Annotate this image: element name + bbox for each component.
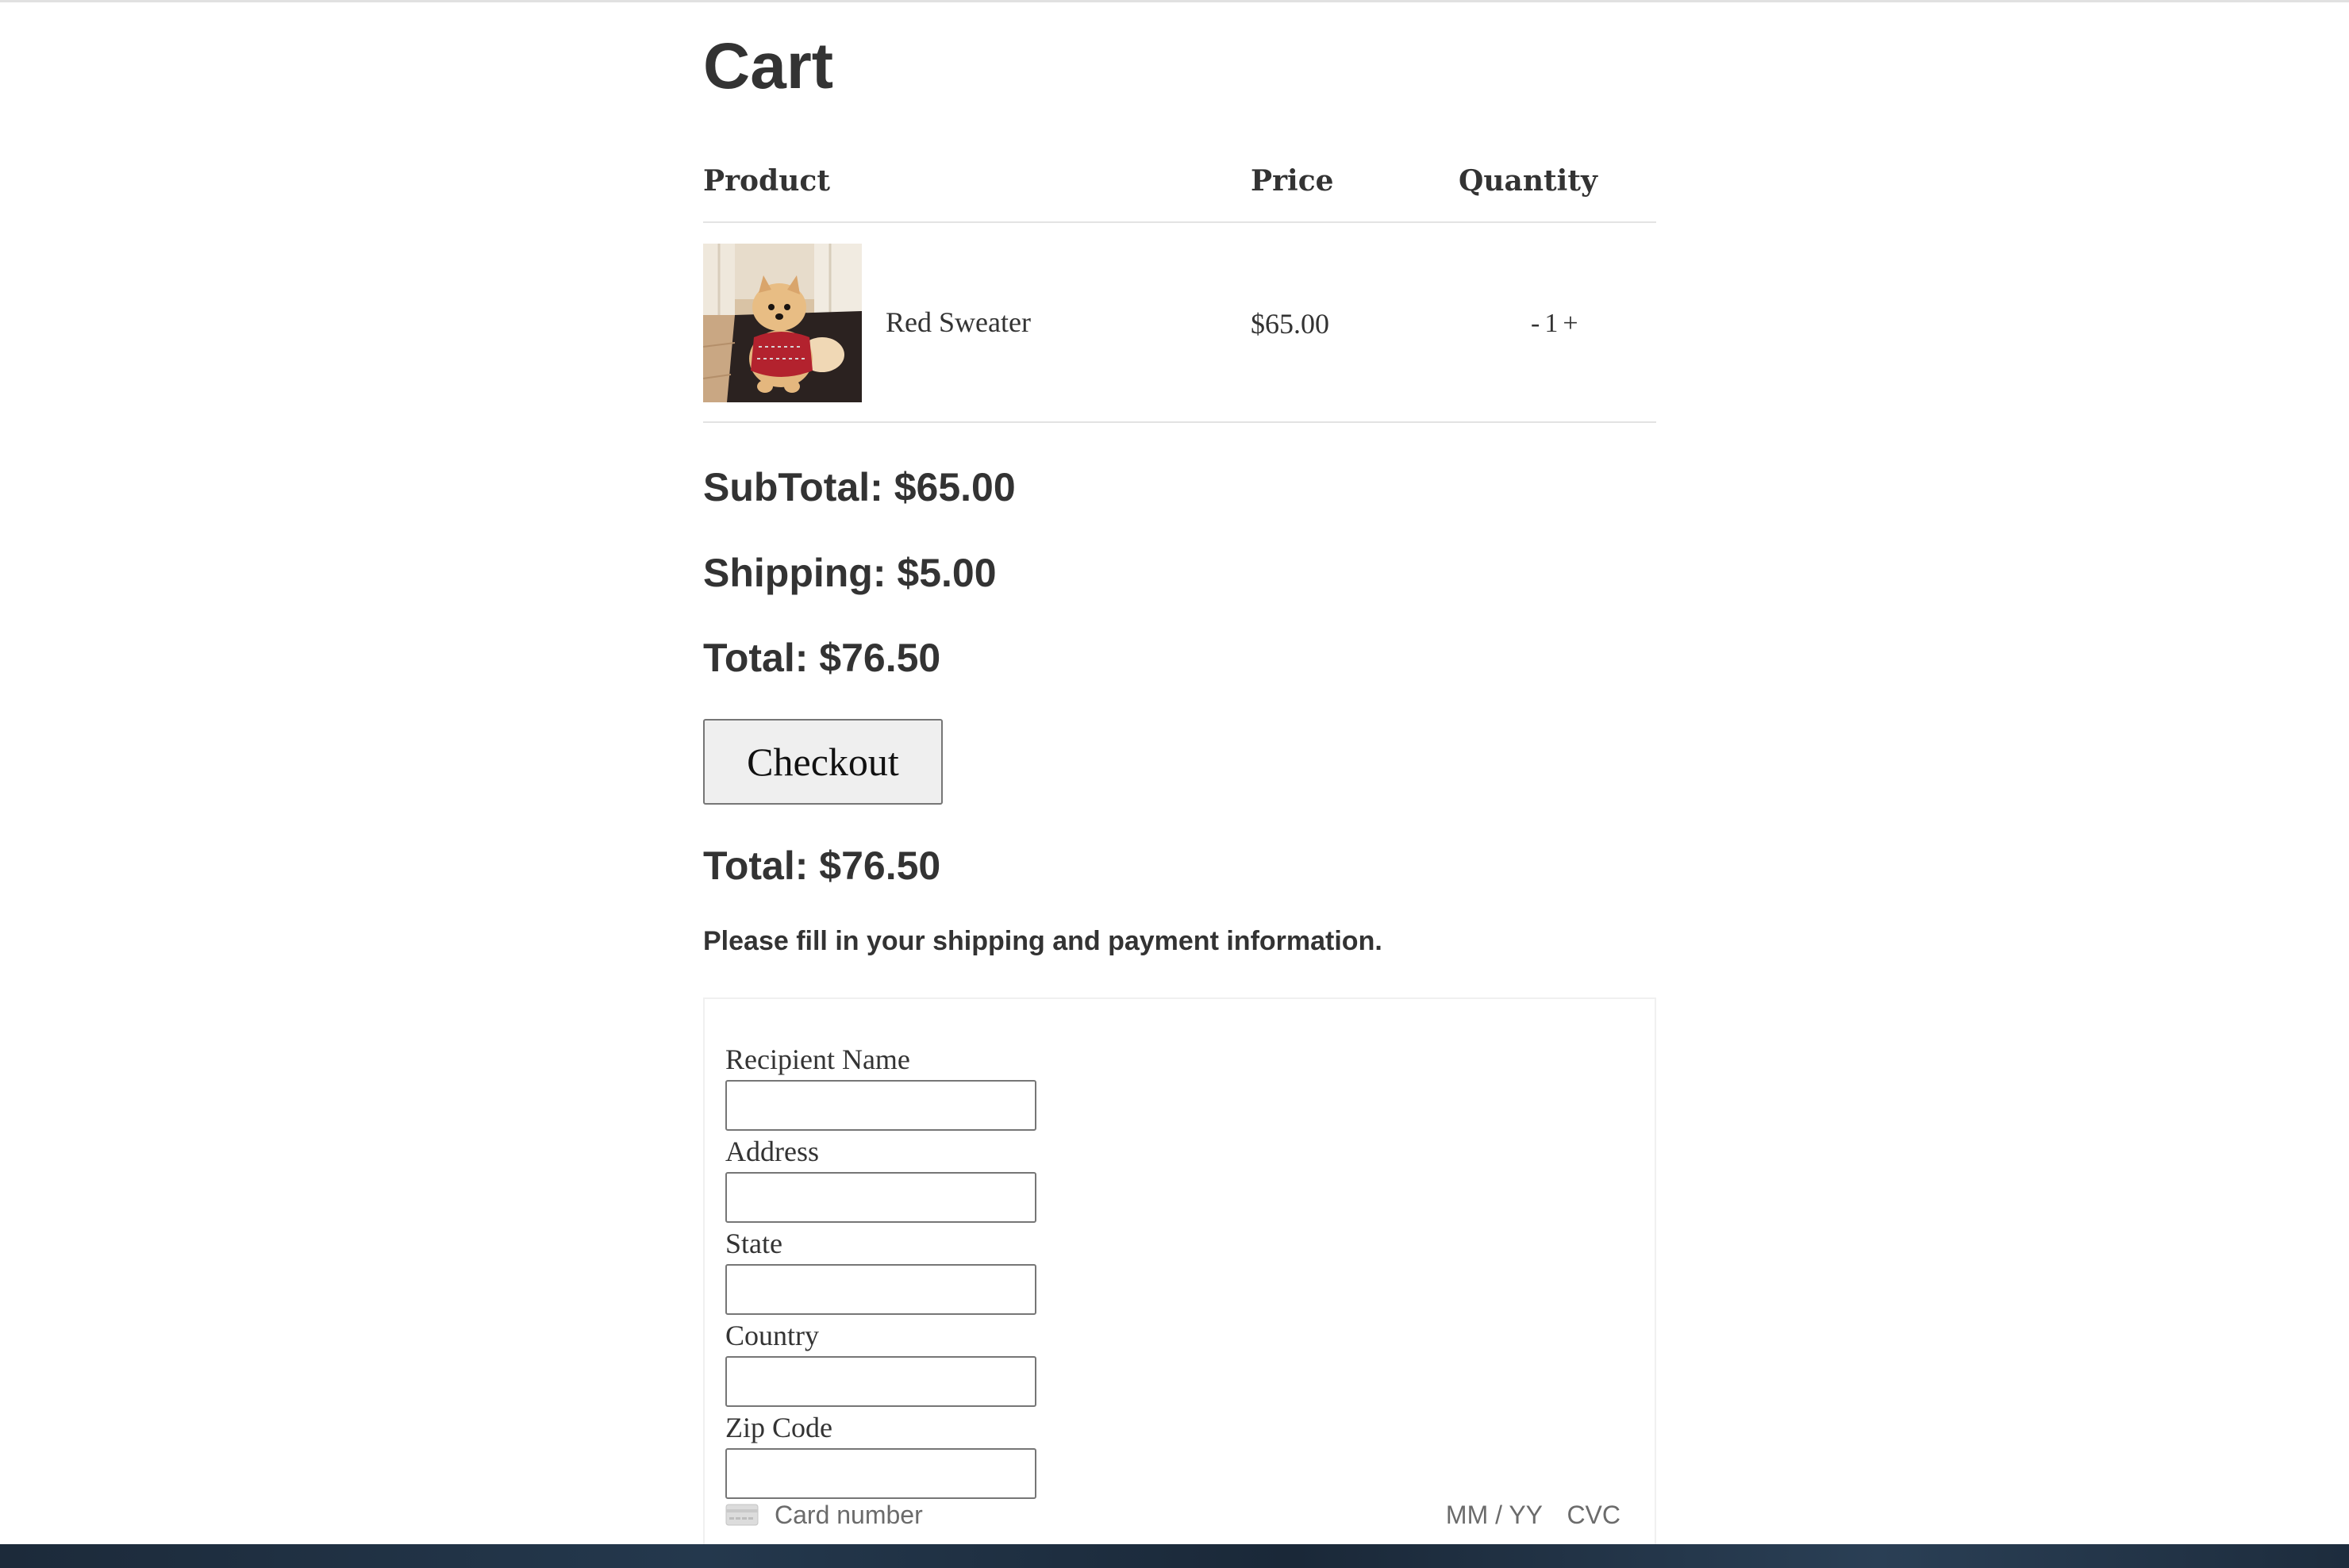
column-header-quantity: Quantity bbox=[1459, 164, 1597, 198]
recipient-name-label: Recipient Name bbox=[725, 1043, 910, 1075]
zip-code-label: Zip Code bbox=[725, 1412, 832, 1443]
product-image bbox=[703, 244, 862, 402]
quantity-increment-button[interactable]: + bbox=[1560, 309, 1580, 338]
total-text: Total: $76.50 bbox=[703, 636, 941, 680]
shipping-text: Shipping: $5.00 bbox=[703, 551, 997, 595]
table-header-divider bbox=[703, 221, 1656, 223]
checkout-instructions: Please fill in your shipping and payment… bbox=[703, 926, 1382, 956]
product-name[interactable]: Red Sweater bbox=[886, 305, 1031, 340]
checkout-total-text: Total: $76.50 bbox=[703, 844, 941, 888]
country-label: Country bbox=[725, 1320, 820, 1351]
card-cvc-input[interactable]: CVC bbox=[1567, 1497, 1620, 1532]
subtotal-text: SubTotal: $65.00 bbox=[703, 465, 1016, 509]
quantity-decrement-button[interactable]: - bbox=[1528, 309, 1542, 338]
recipient-name-input[interactable] bbox=[725, 1080, 1036, 1131]
checkout-button[interactable]: Checkout bbox=[703, 719, 943, 805]
country-input[interactable] bbox=[725, 1356, 1036, 1407]
card-number-input[interactable]: Card number bbox=[775, 1497, 923, 1532]
address-label: Address bbox=[725, 1136, 819, 1167]
table-row-divider bbox=[703, 421, 1656, 423]
state-input[interactable] bbox=[725, 1264, 1036, 1315]
page-title: Cart bbox=[703, 30, 834, 102]
footer-background bbox=[0, 1544, 2349, 1568]
state-label: State bbox=[725, 1228, 782, 1259]
credit-card-icon bbox=[725, 1504, 759, 1526]
card-element[interactable]: Card number MM / YY CVC bbox=[725, 1497, 1636, 1532]
address-input[interactable] bbox=[725, 1172, 1036, 1223]
column-header-product: Product bbox=[703, 164, 830, 198]
card-expiry-input[interactable]: MM / YY bbox=[1446, 1497, 1543, 1532]
column-header-price: Price bbox=[1251, 164, 1334, 198]
top-divider bbox=[0, 0, 2349, 2]
quantity-value: 1 bbox=[1544, 309, 1559, 338]
shipping-payment-form: Recipient Name Address State Country Zip… bbox=[703, 997, 1656, 1568]
product-price: $65.00 bbox=[1251, 308, 1329, 340]
quantity-stepper: -1 + bbox=[1528, 306, 1581, 341]
zip-code-input[interactable] bbox=[725, 1448, 1036, 1499]
